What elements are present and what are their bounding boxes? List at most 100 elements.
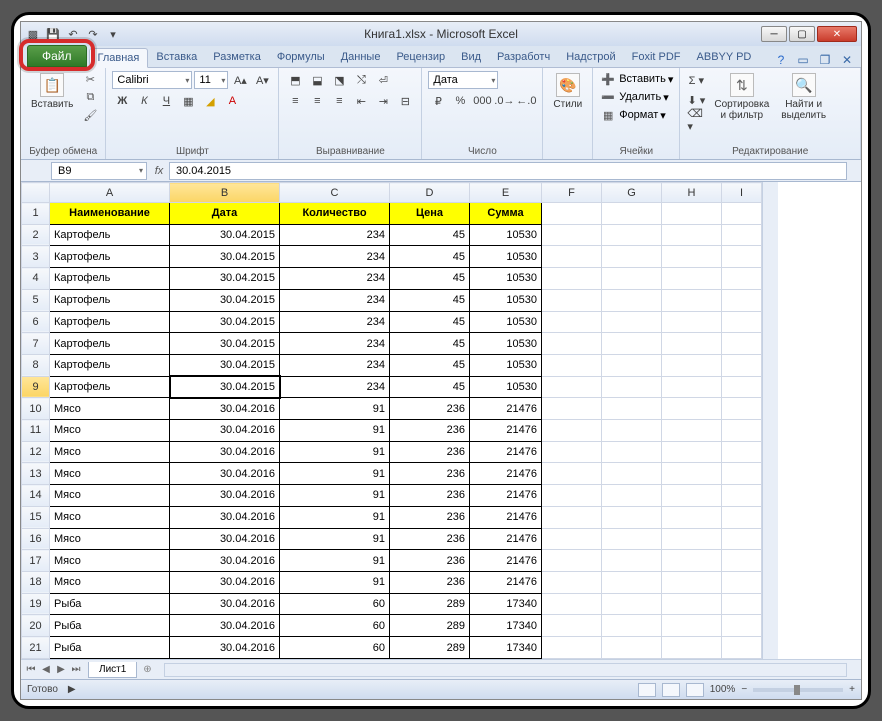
decrease-decimal-icon[interactable]: ←.0 [516, 92, 536, 110]
cell[interactable]: 236 [390, 463, 470, 485]
cell[interactable] [602, 376, 662, 398]
normal-view-button[interactable] [638, 683, 656, 697]
cell[interactable]: 234 [280, 333, 390, 355]
cell[interactable]: 236 [390, 550, 470, 572]
cell[interactable]: Рыба [50, 593, 170, 615]
cell[interactable] [542, 420, 602, 442]
redo-icon[interactable]: ↷ [85, 26, 101, 42]
cell[interactable] [662, 376, 722, 398]
cell[interactable] [722, 398, 762, 420]
cell[interactable] [722, 593, 762, 615]
col-header-I[interactable]: I [722, 183, 762, 203]
cell[interactable] [662, 550, 722, 572]
row-header[interactable]: 6 [22, 311, 50, 333]
cell[interactable]: Картофель [50, 224, 170, 246]
cell[interactable] [722, 420, 762, 442]
cell[interactable]: 21476 [470, 528, 542, 550]
cell[interactable]: Мясо [50, 420, 170, 442]
increase-decimal-icon[interactable]: .0→ [494, 92, 514, 110]
cell[interactable]: 45 [390, 246, 470, 268]
cell[interactable] [662, 333, 722, 355]
sort-filter-button[interactable]: ⇅ Сортировка и фильтр [710, 71, 773, 123]
cell[interactable] [722, 485, 762, 507]
qat-more-icon[interactable]: ▾ [105, 26, 121, 42]
cell[interactable]: Цена [390, 203, 470, 225]
decrease-font-icon[interactable]: A▾ [252, 71, 272, 89]
row-header[interactable]: 9 [22, 376, 50, 398]
cell[interactable] [602, 571, 662, 593]
cell[interactable] [602, 246, 662, 268]
cell[interactable] [542, 246, 602, 268]
cell[interactable]: 30.04.2016 [170, 485, 280, 507]
vertical-scrollbar[interactable] [762, 182, 778, 659]
cell[interactable] [722, 224, 762, 246]
cell[interactable]: Мясо [50, 398, 170, 420]
row-header[interactable]: 15 [22, 506, 50, 528]
row-header[interactable]: 11 [22, 420, 50, 442]
cell[interactable]: 234 [280, 376, 390, 398]
cell[interactable]: 30.04.2015 [170, 376, 280, 398]
cell[interactable]: 21476 [470, 398, 542, 420]
cut-icon[interactable]: ✂ [81, 71, 99, 87]
cell[interactable]: 60 [280, 593, 390, 615]
underline-button[interactable]: Ч [156, 92, 176, 110]
cell[interactable]: 10530 [470, 268, 542, 290]
cell[interactable] [542, 354, 602, 376]
cell[interactable]: 234 [280, 311, 390, 333]
cell[interactable]: 289 [390, 615, 470, 637]
align-center-icon[interactable]: ≡ [307, 92, 327, 110]
cell[interactable]: 236 [390, 571, 470, 593]
new-sheet-icon[interactable]: ⊕ [137, 664, 157, 675]
cell[interactable] [722, 354, 762, 376]
cell[interactable] [722, 637, 762, 659]
cell[interactable] [722, 550, 762, 572]
cell[interactable] [602, 333, 662, 355]
cell[interactable] [662, 441, 722, 463]
cell[interactable] [542, 593, 602, 615]
bold-button[interactable]: Ж [112, 92, 132, 110]
cell[interactable]: 45 [390, 311, 470, 333]
cell[interactable] [602, 203, 662, 225]
cell[interactable] [662, 506, 722, 528]
cell[interactable]: 30.04.2016 [170, 441, 280, 463]
cell[interactable]: 91 [280, 506, 390, 528]
cell[interactable]: 30.04.2016 [170, 528, 280, 550]
cell[interactable] [602, 289, 662, 311]
cell[interactable]: Количество [280, 203, 390, 225]
increase-indent-icon[interactable]: ⇥ [373, 92, 393, 110]
cell[interactable]: 10530 [470, 311, 542, 333]
cell[interactable]: Картофель [50, 246, 170, 268]
cell[interactable]: 45 [390, 224, 470, 246]
cell[interactable]: 234 [280, 246, 390, 268]
row-header[interactable]: 17 [22, 550, 50, 572]
cell[interactable] [602, 311, 662, 333]
formula-input[interactable]: 30.04.2015 [169, 162, 847, 180]
close-workbook-icon[interactable]: ✕ [839, 53, 855, 67]
cell[interactable]: Рыба [50, 615, 170, 637]
cell[interactable]: 30.04.2016 [170, 615, 280, 637]
maximize-button[interactable]: ▢ [789, 26, 815, 42]
cell[interactable] [662, 224, 722, 246]
sheet-nav-next-icon[interactable]: ▶ [54, 664, 68, 675]
clear-icon[interactable]: ⌫ ▾ [686, 111, 706, 129]
orientation-icon[interactable]: ⤭ [351, 71, 371, 89]
align-bottom-icon[interactable]: ⬔ [329, 71, 349, 89]
cell[interactable]: 91 [280, 485, 390, 507]
format-cells-button[interactable]: ▦Формат ▾ [599, 107, 673, 123]
col-header-D[interactable]: D [390, 183, 470, 203]
cell[interactable]: Мясо [50, 463, 170, 485]
cell[interactable]: 91 [280, 420, 390, 442]
wrap-text-icon[interactable]: ⏎ [373, 71, 393, 89]
cell[interactable]: 45 [390, 354, 470, 376]
tab-foxit pdf[interactable]: Foxit PDF [624, 48, 689, 67]
cell[interactable]: 236 [390, 528, 470, 550]
row-header[interactable]: 3 [22, 246, 50, 268]
cell[interactable] [542, 637, 602, 659]
comma-icon[interactable]: 000 [472, 92, 492, 110]
cell[interactable] [542, 376, 602, 398]
tab-разметка[interactable]: Разметка [205, 48, 269, 67]
row-header[interactable]: 14 [22, 485, 50, 507]
minimize-ribbon-icon[interactable]: ▭ [795, 53, 811, 67]
row-header[interactable]: 19 [22, 593, 50, 615]
cell[interactable] [602, 441, 662, 463]
